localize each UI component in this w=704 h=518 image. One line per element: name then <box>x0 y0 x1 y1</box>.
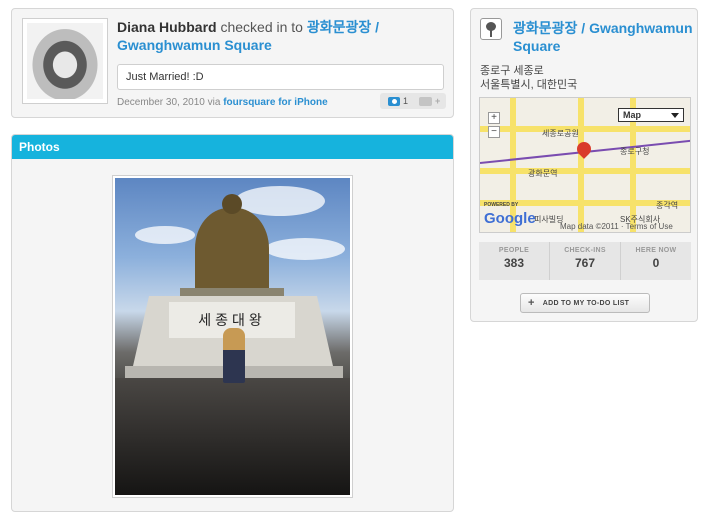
checkin-header: Diana Hubbard checked in to 광화문광장 / Gwan… <box>117 18 437 54</box>
photo-count: 1 <box>403 96 409 106</box>
stat-label: PEOPLE <box>498 247 530 254</box>
venue-stats: PEOPLE 383 CHECK-INS 767 HERE NOW 0 <box>479 242 691 280</box>
add-to-todo-button[interactable]: + ADD TO MY TO-DO LIST <box>520 293 650 313</box>
stat-label: CHECK-INS <box>564 247 606 254</box>
photos-title: Photos <box>12 135 453 159</box>
action-text: checked in to <box>220 19 303 35</box>
shout-text: Just Married! :D <box>117 64 444 90</box>
map-label: 광화문역 <box>528 169 558 178</box>
venue-address: 종로구 세종로 서울특별시, 대한민국 <box>480 64 577 92</box>
venue-card: 광화문광장 / Gwanghwamun Square 종로구 세종로 서울특별시… <box>470 8 698 322</box>
map-label: 종각역 <box>656 201 679 210</box>
couple-figure <box>223 328 245 383</box>
stat-value: 383 <box>503 256 525 270</box>
stat-value: 767 <box>574 256 596 270</box>
checkin-date: December 30, 2010 via <box>117 97 221 108</box>
checkin-actions: 1 + <box>380 93 446 109</box>
stat-value: 0 <box>652 256 660 270</box>
statue-figure <box>195 194 269 298</box>
zoom-out-button[interactable]: − <box>488 126 500 138</box>
map-type-select[interactable]: Map <box>618 108 684 122</box>
camera-icon[interactable] <box>388 96 400 106</box>
map-label: 종로구청 <box>620 147 650 156</box>
plus-icon: + <box>528 297 535 309</box>
tree-icon <box>480 18 502 40</box>
map-type-label: Map <box>623 110 641 120</box>
chevron-down-icon <box>671 112 679 118</box>
via-app-link[interactable]: foursquare for iPhone <box>223 97 327 108</box>
user-name[interactable]: Diana Hubbard <box>117 19 217 35</box>
venue-name[interactable]: 광화문광장 / Gwanghwamun Square <box>513 19 693 55</box>
checkin-card: Diana Hubbard checked in to 광화문광장 / Gwan… <box>11 8 454 118</box>
comment-icon[interactable] <box>419 96 433 106</box>
google-logo: POWERED BY Google <box>484 202 536 227</box>
address-line-1: 종로구 세종로 <box>480 65 544 77</box>
stat-people: PEOPLE 383 <box>479 242 550 280</box>
map-label: 세종로공원 <box>542 129 579 138</box>
photos-card: Photos 세종대왕 <box>11 134 454 512</box>
checkin-meta: December 30, 2010 via foursquare for iPh… <box>117 97 328 108</box>
stat-label: HERE NOW <box>635 247 677 254</box>
stat-here-now: HERE NOW 0 <box>621 242 691 280</box>
todo-button-label: ADD TO MY TO-DO LIST <box>542 299 630 307</box>
powered-by-text: POWERED BY <box>484 202 519 208</box>
zoom-in-button[interactable]: + <box>488 112 500 124</box>
google-logo-text: Google <box>484 210 536 227</box>
checkin-photo[interactable]: 세종대왕 <box>112 175 353 498</box>
venue-map[interactable]: 세종로공원 종로구청 광화문역 피사빌딩 SK주식회사 종각역 Map + − … <box>479 97 691 233</box>
add-comment-plus[interactable]: + <box>435 96 440 106</box>
stat-checkins: CHECK-INS 767 <box>550 242 621 280</box>
address-line-2: 서울특별시, 대한민국 <box>480 79 578 91</box>
map-credit[interactable]: Map data ©2011 · Terms of Use <box>560 222 673 231</box>
user-avatar[interactable] <box>22 18 108 104</box>
